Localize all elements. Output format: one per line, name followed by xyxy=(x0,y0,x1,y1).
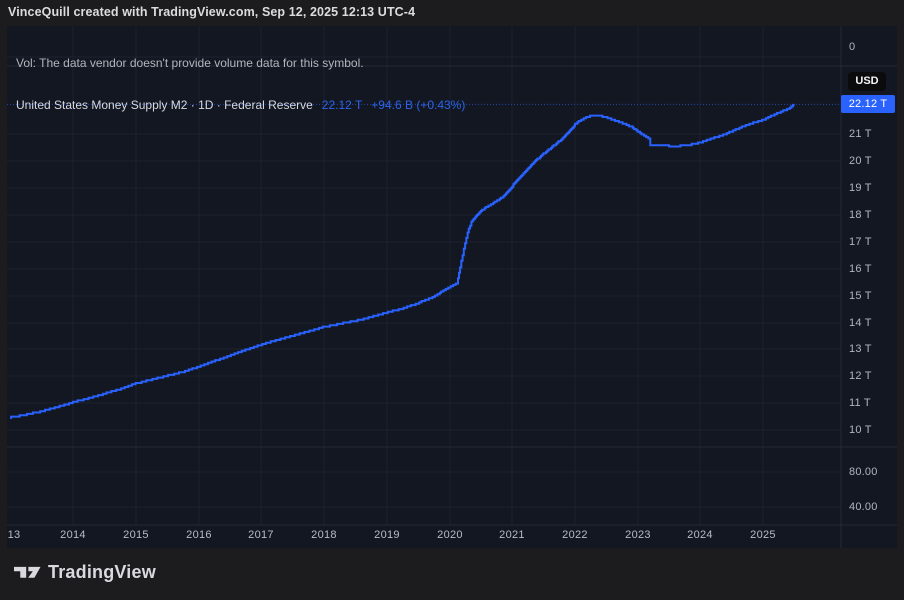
y-axis-label: 20 T xyxy=(849,155,872,167)
price-change-value: +94.6 B (+0.43%) xyxy=(371,98,465,112)
y-axis-label: 11 T xyxy=(849,397,871,409)
x-axis-label: 2019 xyxy=(374,529,400,541)
y-axis-label: 21 T xyxy=(849,128,872,140)
x-axis-label: 2024 xyxy=(687,529,713,541)
tradingview-logo-text: TradingView xyxy=(48,562,156,583)
x-axis-label: 2021 xyxy=(499,529,525,541)
attribution-text: VinceQuill created with TradingView.com,… xyxy=(8,5,415,21)
chart-widget: Vol: The data vendor doesn't provide vol… xyxy=(7,26,897,548)
y-axis-label: 15 T xyxy=(849,290,872,302)
tradingview-logo-icon xyxy=(14,564,41,581)
currency-usd-button[interactable]: USD xyxy=(848,72,886,91)
y-axis-label: 19 T xyxy=(849,182,872,194)
x-axis-label: 2018 xyxy=(311,529,337,541)
y-axis-label: 17 T xyxy=(849,236,872,248)
x-axis-label: 2025 xyxy=(750,529,776,541)
time-axis[interactable]: 13 2014 2015 2016 2017 2018 2019 2020 2021 2022 20… xyxy=(7,525,841,548)
volume-unavailable-message: Vol: The data vendor doesn't provide vol… xyxy=(16,56,364,70)
x-axis-label: 2016 xyxy=(186,529,212,541)
y-axis-label: 80.00 xyxy=(849,466,878,478)
y-axis-label: 0 xyxy=(849,41,855,53)
y-axis-label: 18 T xyxy=(849,209,872,221)
x-axis-label: 2023 xyxy=(625,529,651,541)
x-axis-label: 13 xyxy=(8,529,21,541)
m2-money-supply-line[interactable] xyxy=(10,105,795,418)
y-axis-label: 40.00 xyxy=(849,501,878,513)
last-price-value: 22.12 T xyxy=(322,98,362,112)
y-axis-label: 14 T xyxy=(849,317,872,329)
last-price-badge: 22.12 T xyxy=(841,95,895,113)
tradingview-logo-link[interactable]: TradingView xyxy=(14,559,156,585)
y-axis-label: 13 T xyxy=(849,343,872,355)
y-axis-label: 12 T xyxy=(849,370,872,382)
x-axis-label: 2020 xyxy=(437,529,463,541)
y-axis-label: 16 T xyxy=(849,263,872,275)
x-axis-label: 2015 xyxy=(123,529,149,541)
x-axis-label: 2014 xyxy=(60,529,86,541)
x-axis-label: 2017 xyxy=(248,529,274,541)
symbol-title: United States Money Supply M2 · 1D · Fed… xyxy=(16,98,313,112)
x-axis-label: 2022 xyxy=(562,529,588,541)
y-axis-label: 10 T xyxy=(849,424,872,436)
symbol-legend[interactable]: United States Money Supply M2 · 1D · Fed… xyxy=(16,98,465,112)
tradingview-snapshot: VinceQuill created with TradingView.com,… xyxy=(0,0,904,600)
